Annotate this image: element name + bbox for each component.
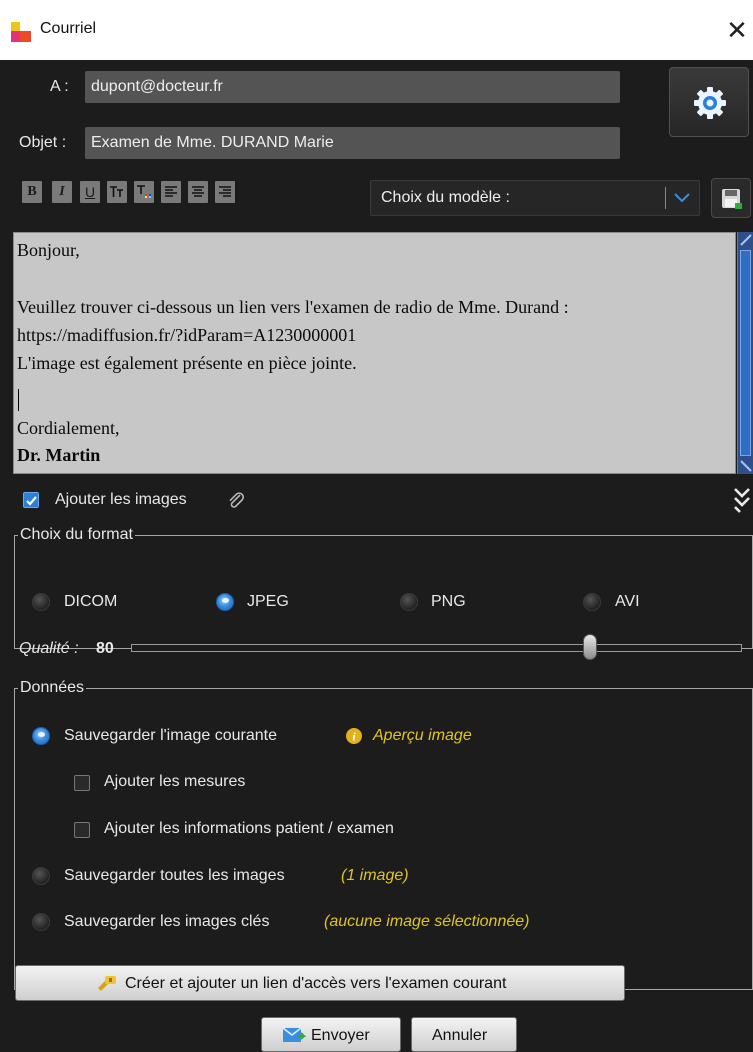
radio-avi[interactable] [583, 593, 601, 611]
add-measures-label[interactable]: Ajouter les mesures [104, 773, 245, 791]
app-logo-icon [11, 22, 31, 42]
key-link-icon [98, 976, 116, 991]
format-group: Choix du format [14, 525, 753, 649]
mail-body-editor[interactable]: Bonjour, Veuillez trouver ci-dessous un … [13, 232, 736, 474]
save-model-button[interactable] [711, 178, 751, 218]
preview-image-link[interactable]: Aperçu image [373, 727, 472, 745]
subject-label: Objet : [19, 134, 67, 151]
text-caret [18, 389, 19, 411]
radio-save-all[interactable] [32, 867, 50, 885]
underline-button[interactable]: U [80, 181, 100, 203]
radio-save-key[interactable] [32, 913, 50, 931]
model-select-value: Choix du modèle : [381, 189, 510, 206]
font-size-button[interactable] [107, 181, 127, 203]
body-line: Veuillez trouver ci-dessous un lien vers… [17, 297, 569, 317]
create-link-button[interactable]: Créer et ajouter un lien d'accès vers l'… [15, 965, 625, 1001]
align-center-button[interactable] [188, 181, 208, 203]
quality-label: Qualité : [19, 640, 79, 657]
quality-slider[interactable] [131, 644, 742, 652]
window-title: Courriel [40, 20, 97, 37]
font-color-button[interactable] [134, 181, 154, 203]
to-field[interactable]: dupont@docteur.fr [85, 71, 620, 103]
save-key-label[interactable]: Sauvegarder les images clés [64, 913, 269, 931]
quality-value: 80 [96, 640, 114, 657]
paperclip-icon [229, 492, 244, 508]
body-scrollbar[interactable] [737, 232, 753, 474]
scroll-thumb[interactable] [740, 250, 751, 456]
bold-button[interactable]: B [22, 181, 42, 203]
format-option-png[interactable]: PNG [431, 593, 466, 611]
save-key-count: (aucune image sélectionnée) [324, 913, 530, 930]
save-disk-icon [722, 189, 742, 209]
radio-jpeg[interactable] [216, 593, 234, 611]
scroll-down-icon[interactable] [739, 457, 753, 473]
align-right-button[interactable] [215, 181, 235, 203]
format-option-dicom[interactable]: DICOM [64, 593, 117, 611]
radio-dicom[interactable] [32, 593, 50, 611]
body-line: Bonjour, [17, 240, 80, 260]
cancel-label: Annuler [432, 1027, 488, 1044]
close-icon[interactable]: ✕ [722, 12, 752, 48]
add-patient-info-checkbox[interactable] [74, 822, 90, 838]
font-color-icon [137, 185, 151, 198]
scroll-up-icon[interactable] [739, 233, 753, 249]
title-bar: Courriel ✕ [0, 0, 753, 60]
checkmark-icon [26, 496, 37, 506]
save-all-label[interactable]: Sauvegarder toutes les images [64, 867, 285, 885]
format-legend: Choix du format [18, 525, 135, 545]
italic-button[interactable]: I [52, 181, 72, 203]
radio-save-current[interactable] [32, 727, 50, 745]
align-center-icon [192, 186, 204, 197]
select-divider [665, 187, 666, 209]
body-line: https://madiffusion.fr/?idParam=A1230000… [17, 325, 357, 345]
subject-field[interactable]: Examen de Mme. DURAND Marie [85, 127, 620, 159]
chevron-down-icon [674, 193, 690, 203]
cancel-button[interactable]: Annuler [411, 1017, 517, 1052]
envelope-send-icon [282, 1027, 306, 1042]
align-left-icon [165, 186, 177, 197]
add-patient-info-label[interactable]: Ajouter les informations patient / exame… [104, 820, 394, 838]
align-right-icon [219, 186, 231, 197]
save-current-label[interactable]: Sauvegarder l'image courante [64, 727, 277, 745]
collapse-chevrons-icon[interactable] [733, 486, 751, 514]
format-option-jpeg[interactable]: JPEG [247, 593, 289, 611]
save-all-count: (1 image) [341, 867, 409, 884]
font-size-icon [110, 186, 123, 197]
quality-slider-thumb[interactable] [583, 634, 597, 660]
add-measures-checkbox[interactable] [74, 775, 90, 791]
data-legend: Données [18, 678, 87, 698]
radio-png[interactable] [400, 593, 418, 611]
gear-icon [694, 87, 726, 119]
send-button[interactable]: Envoyer [261, 1017, 401, 1052]
format-option-avi[interactable]: AVI [615, 593, 640, 611]
align-left-button[interactable] [161, 181, 181, 203]
create-link-label: Créer et ajouter un lien d'accès vers l'… [125, 975, 507, 992]
model-select[interactable]: Choix du modèle : [370, 180, 700, 216]
body-signature: Dr. Martin [17, 445, 101, 465]
settings-button[interactable] [669, 67, 749, 137]
attach-images-label[interactable]: Ajouter les images [55, 491, 187, 509]
to-label: A : [50, 78, 69, 95]
info-icon: i [346, 728, 362, 744]
attach-images-checkbox[interactable] [23, 492, 39, 508]
body-line: L'image est également présente en pièce … [17, 353, 357, 373]
courriel-window: Courriel ✕ A : dupont@docteur.fr Objet :… [0, 0, 753, 1052]
send-label: Envoyer [311, 1027, 370, 1044]
body-line: Cordialement, [17, 418, 120, 438]
mail-form: A : dupont@docteur.fr Objet : Examen de … [0, 60, 753, 1052]
